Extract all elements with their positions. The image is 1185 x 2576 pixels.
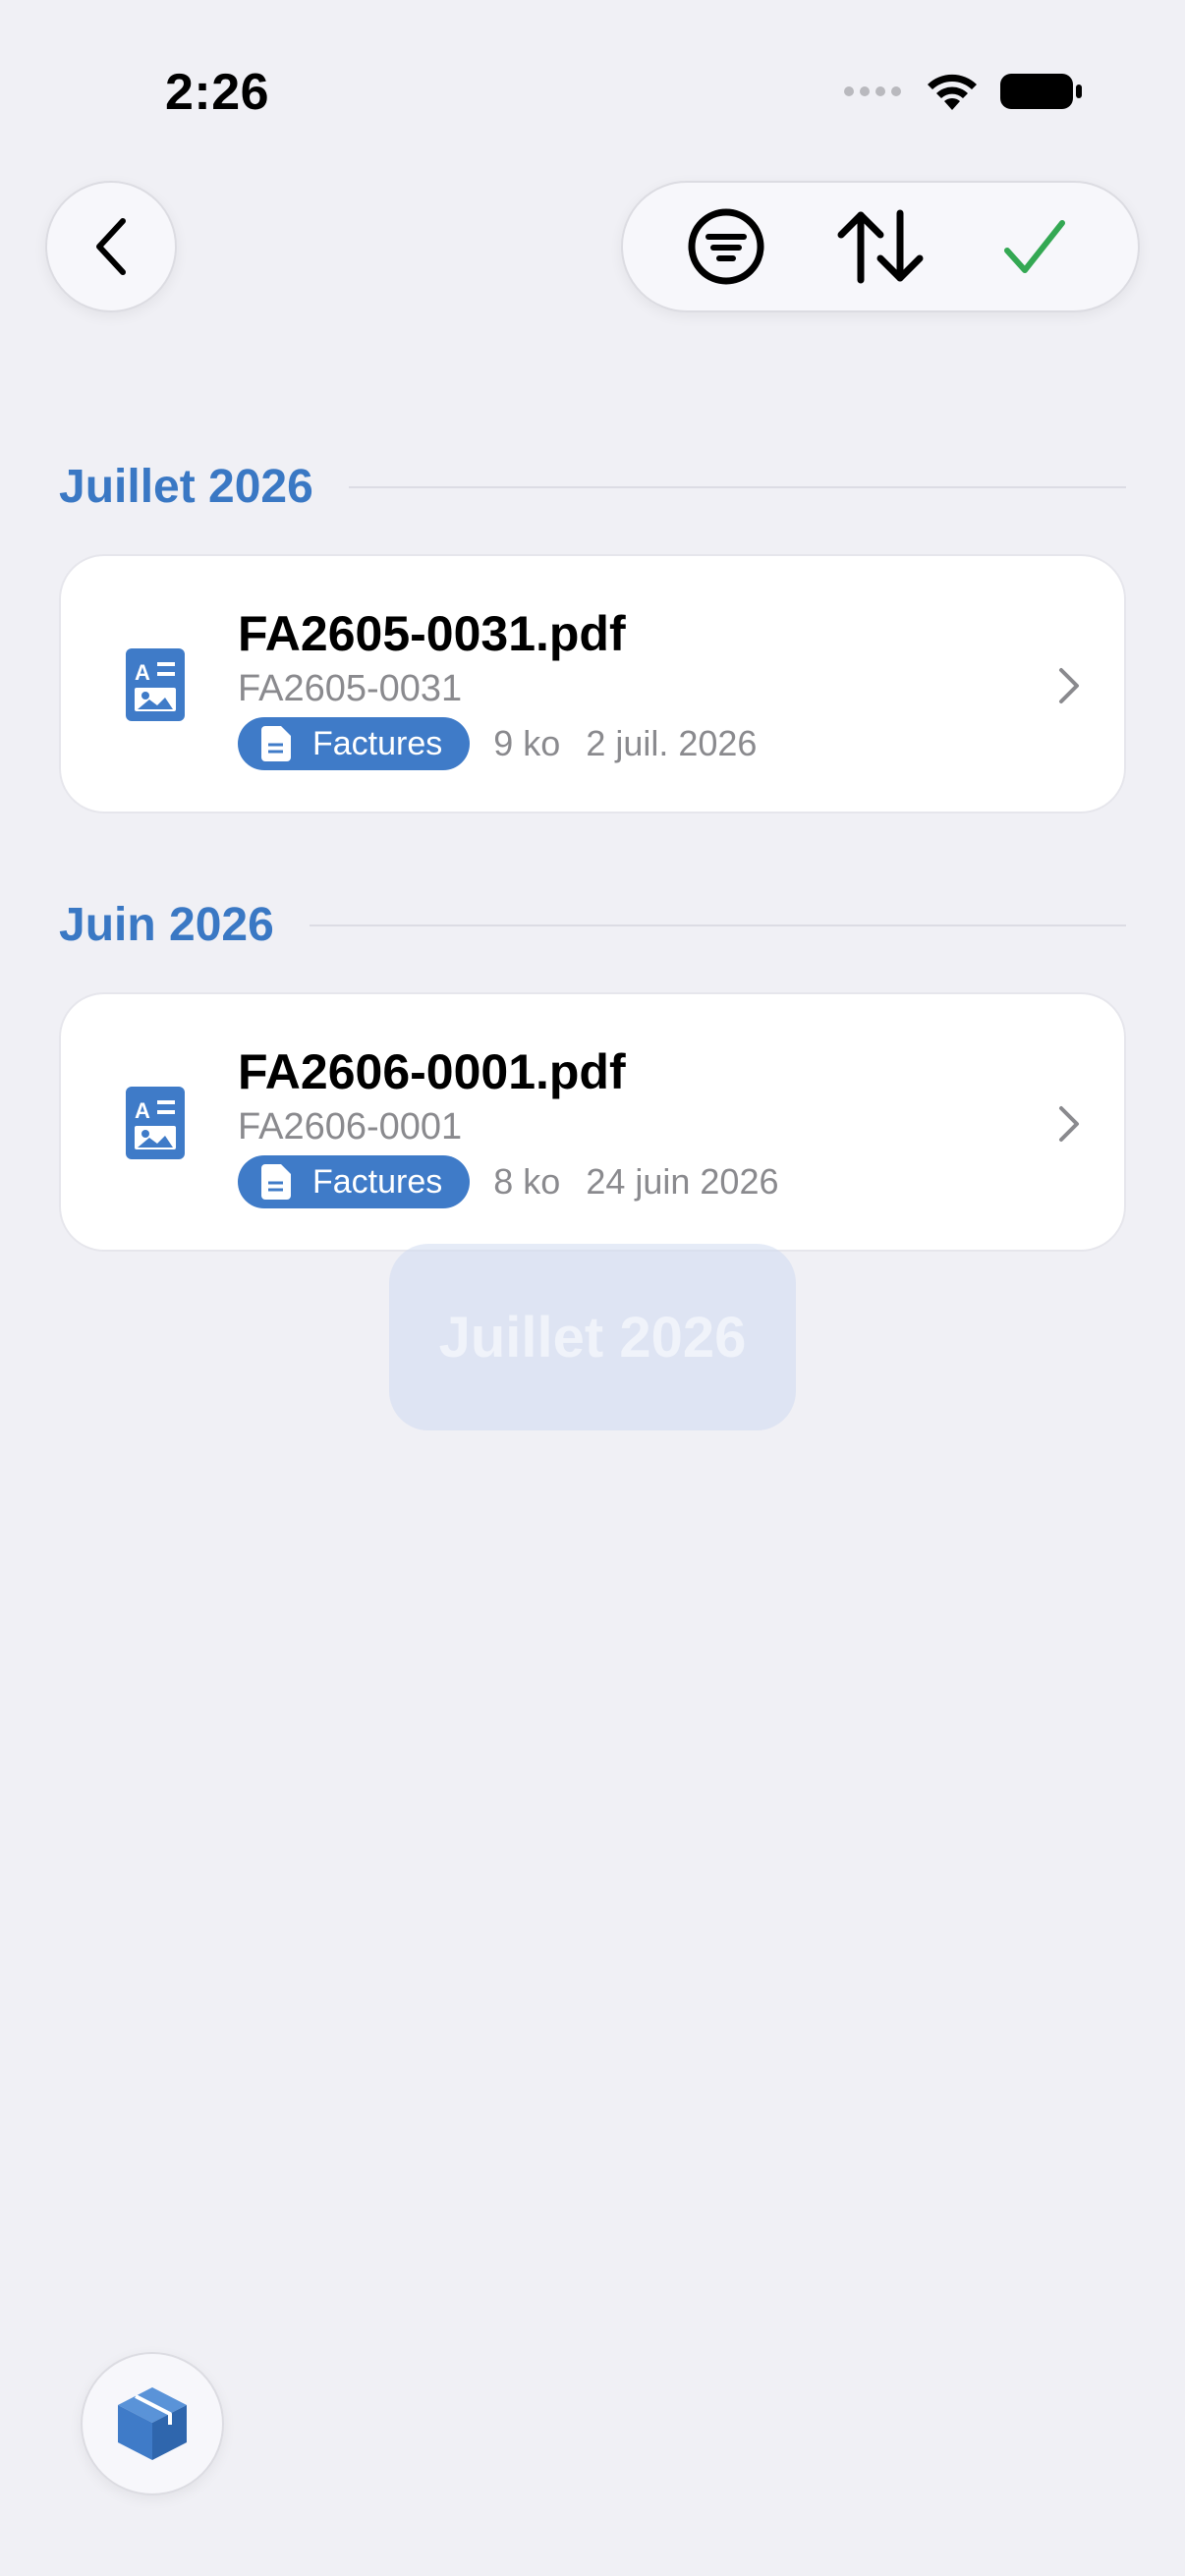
section-divider (309, 924, 1126, 926)
scroll-indicator-label: Juillet 2026 (438, 1305, 747, 1370)
document-filename: FA2606-0001.pdf (238, 1044, 626, 1099)
battery-icon (1000, 74, 1082, 109)
checkmark-icon (1004, 220, 1066, 273)
document-row[interactable]: A FA2606-0001.pdf FA2606-0001 Factures 8… (59, 992, 1126, 1252)
svg-text:A: A (135, 660, 150, 685)
category-badge: Factures (238, 1155, 471, 1208)
signal-icon (844, 86, 901, 96)
scroll-section-indicator: Juillet 2026 (389, 1244, 796, 1430)
chevron-right-icon (1059, 1106, 1079, 1142)
document-filename: FA2605-0031.pdf (238, 606, 626, 661)
document-meta: Factures 8 ko 24 juin 2026 (238, 1155, 778, 1208)
document-reference: FA2606-0001 (238, 1106, 463, 1148)
document-date: 2 juil. 2026 (586, 723, 758, 763)
category-badge: Factures (238, 717, 471, 770)
document-image-icon: A (126, 1087, 185, 1159)
section-divider (348, 485, 1126, 488)
document-meta: Factures 9 ko 2 juil. 2026 (238, 717, 757, 770)
cube-icon (118, 2387, 187, 2460)
confirm-button[interactable] (981, 193, 1089, 301)
documents-screen: 2:26 Juillet 2026 A FA2605-0031.pdf FA26… (0, 0, 1185, 2576)
status-time: 2:26 (165, 64, 270, 121)
document-date: 24 juin 2026 (586, 1161, 779, 1202)
filter-button[interactable] (672, 193, 780, 301)
sort-icon (837, 209, 924, 284)
section-header-juin: Juin 2026 (59, 898, 1126, 952)
sort-button[interactable] (826, 193, 934, 301)
section-title: Juin 2026 (59, 899, 274, 951)
category-label: Factures (312, 724, 443, 762)
back-button[interactable] (45, 181, 177, 312)
cube-button[interactable] (81, 2352, 224, 2495)
document-reference: FA2605-0031 (238, 668, 463, 709)
category-label: Factures (312, 1162, 443, 1201)
document-size: 9 ko (493, 723, 561, 763)
document-row[interactable]: A FA2605-0031.pdf FA2605-0031 Factures 9… (59, 554, 1126, 813)
section-title: Juillet 2026 (59, 461, 313, 513)
chevron-right-icon (1059, 668, 1079, 703)
page-icon (261, 726, 291, 761)
document-image-icon: A (126, 648, 185, 721)
toolbar (621, 181, 1140, 312)
filter-icon (688, 208, 764, 285)
chevron-left-icon (96, 218, 126, 275)
page-icon (261, 1164, 291, 1200)
status-icons (843, 71, 1083, 112)
wifi-icon (928, 74, 977, 110)
svg-text:A: A (135, 1098, 150, 1123)
document-size: 8 ko (493, 1161, 561, 1202)
section-header-juillet: Juillet 2026 (59, 460, 1126, 514)
